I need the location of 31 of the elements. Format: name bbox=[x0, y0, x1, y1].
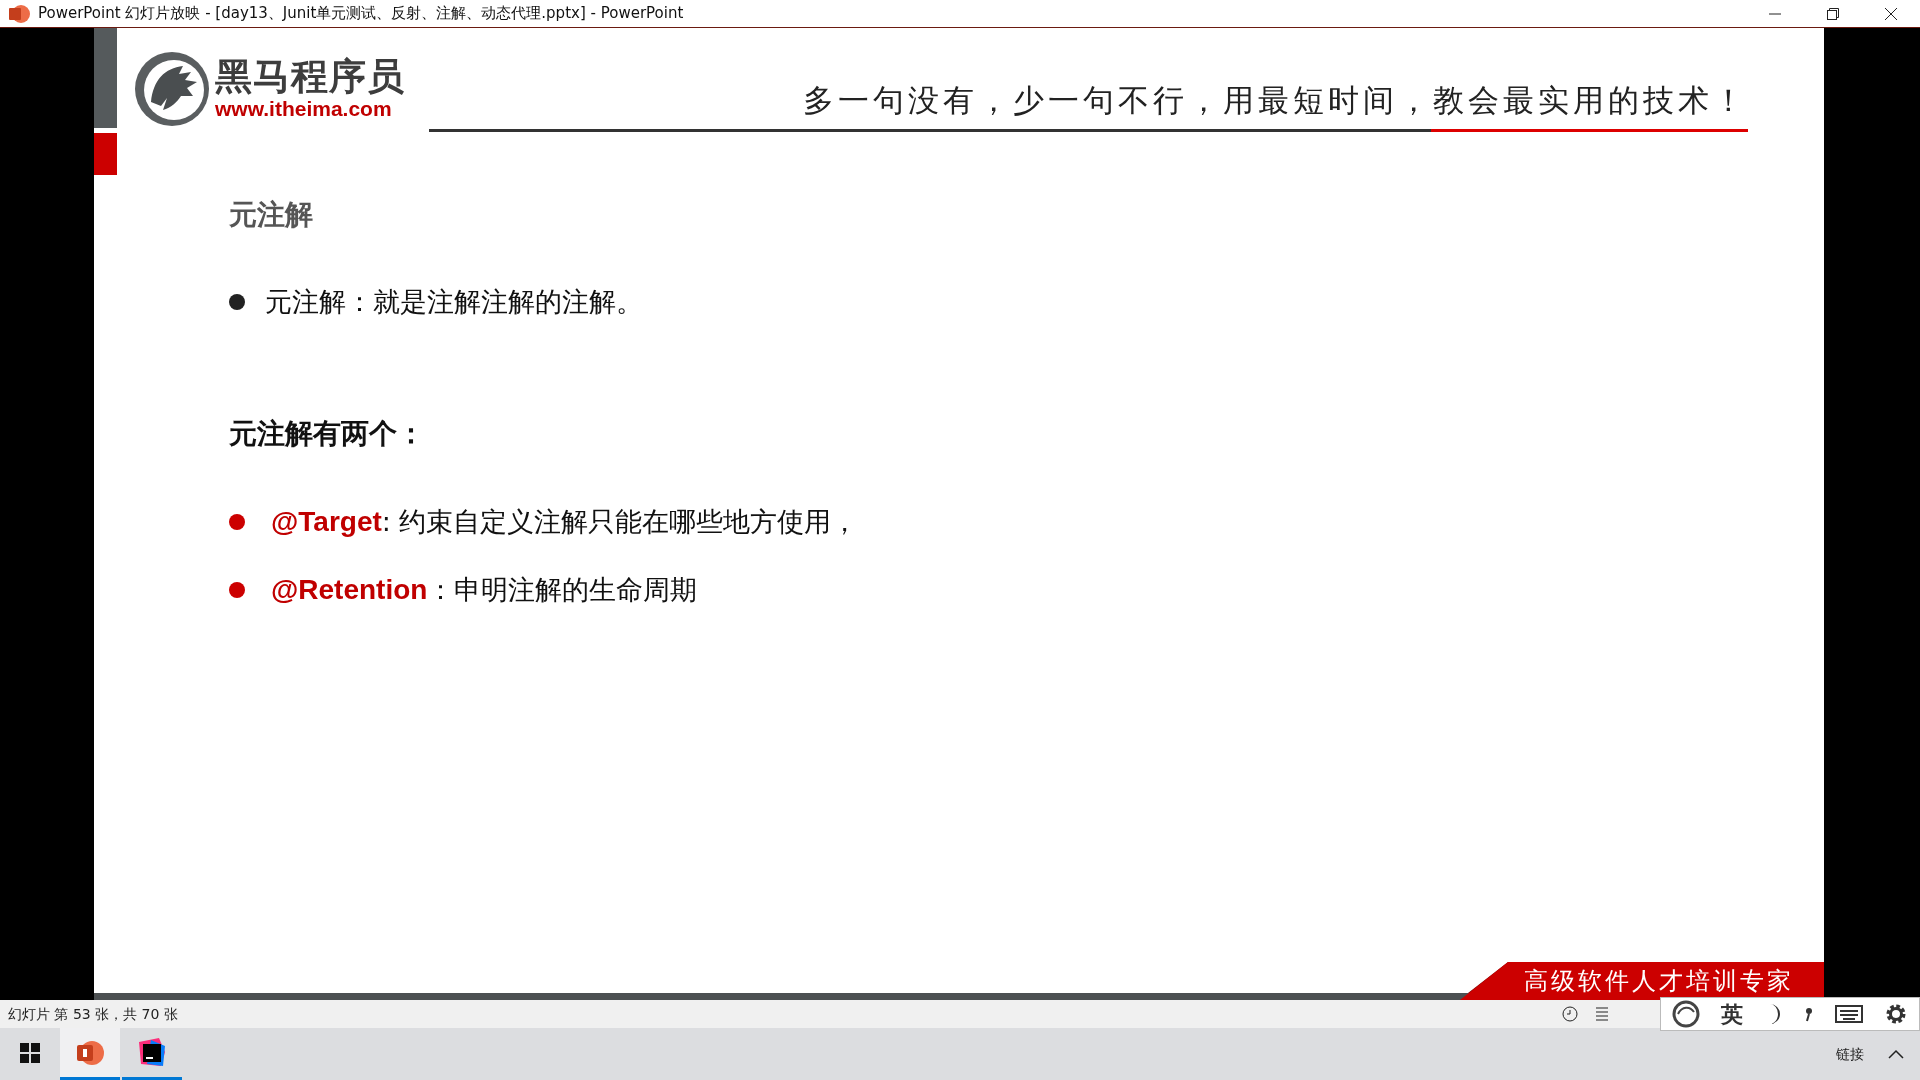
bullet-dot bbox=[229, 294, 245, 311]
input-mode[interactable]: 英 bbox=[1721, 997, 1743, 1031]
bullet-text: @Target: 约束自定义注解只能在哪些地方使用， bbox=[271, 504, 859, 539]
punctuation-icon[interactable] bbox=[1803, 1006, 1814, 1022]
accent-bar bbox=[94, 133, 117, 175]
restore-icon bbox=[1827, 7, 1839, 20]
bullet-dot bbox=[229, 581, 245, 598]
presentation-app-button[interactable] bbox=[60, 1028, 120, 1080]
slide-counter: 幻灯片 第 53 张，共 70 张 bbox=[8, 1004, 178, 1024]
clock-icon bbox=[1562, 1006, 1578, 1022]
close-icon bbox=[1885, 7, 1897, 20]
section-heading: 元注解 bbox=[229, 197, 314, 233]
windows-logo-icon bbox=[20, 1042, 40, 1063]
window-title: PowerPoint 幻灯片放映 - [day13、Junit单元测试、反射、注解、动态代理.pptx] - PowerPoint bbox=[38, 3, 684, 25]
banner: 高级软件人才培训专家 bbox=[1460, 962, 1824, 1000]
bullet-text: @Retention：申明注解的生命周期 bbox=[271, 572, 698, 607]
app-icon bbox=[8, 3, 30, 24]
bullet-dot bbox=[229, 513, 245, 530]
bullet-text: 元注解：就是注解注解的注解。 bbox=[265, 285, 643, 319]
chevron-up-icon[interactable] bbox=[1888, 1049, 1904, 1059]
section-heading: 元注解有两个： bbox=[229, 415, 426, 452]
logo-name: 黑马程序员 bbox=[215, 58, 405, 97]
notes-icon bbox=[1596, 1006, 1608, 1022]
presentation-app-icon bbox=[75, 1038, 105, 1067]
slogan: 多一句没有，少一句不行，用最短时间，教会最实用的技术！ bbox=[803, 80, 1748, 120]
keyboard-icon[interactable] bbox=[1834, 1004, 1863, 1024]
horse-emblem-icon bbox=[133, 50, 211, 128]
swirl-icon[interactable] bbox=[1671, 1000, 1700, 1028]
tray-label[interactable]: 链接 bbox=[1836, 1043, 1864, 1065]
logo-url: www.itheima.com bbox=[215, 96, 393, 120]
ide-app-icon bbox=[137, 1037, 167, 1068]
